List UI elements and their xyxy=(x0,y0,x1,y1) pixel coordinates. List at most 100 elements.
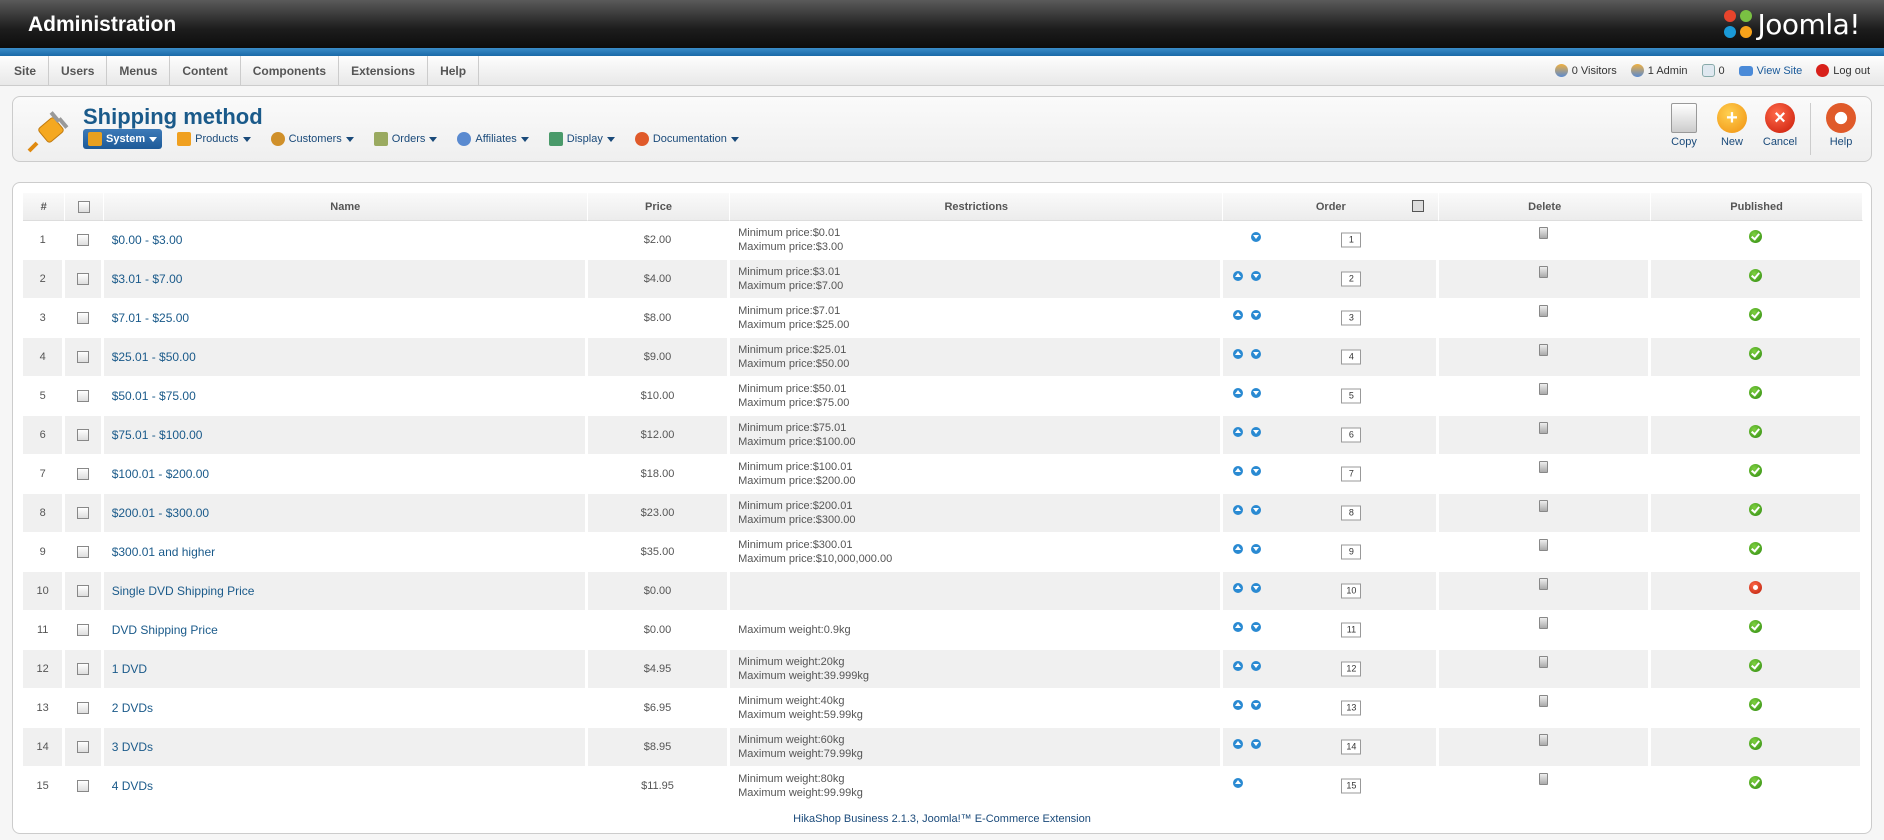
shipping-name-link[interactable]: 3 DVDs xyxy=(112,740,153,754)
row-checkbox[interactable] xyxy=(77,702,90,715)
order-input[interactable]: 5 xyxy=(1341,388,1362,404)
row-checkbox[interactable] xyxy=(77,429,90,442)
move-down-icon[interactable] xyxy=(1251,271,1262,281)
header-published[interactable]: Published xyxy=(1651,193,1863,221)
published-check-icon[interactable] xyxy=(1749,425,1763,438)
shipping-name-link[interactable]: $7.01 - $25.00 xyxy=(112,311,189,325)
move-up-icon[interactable] xyxy=(1233,778,1244,788)
row-checkbox[interactable] xyxy=(77,351,90,364)
move-down-icon[interactable] xyxy=(1251,349,1262,359)
order-input[interactable]: 2 xyxy=(1341,271,1362,287)
shipping-name-link[interactable]: $200.01 - $300.00 xyxy=(112,506,209,520)
joomla-logo[interactable]: Joomla! xyxy=(1723,8,1861,41)
row-checkbox[interactable] xyxy=(77,780,90,793)
trash-icon[interactable] xyxy=(1539,733,1549,746)
trash-icon[interactable] xyxy=(1539,694,1549,707)
row-checkbox[interactable] xyxy=(77,663,90,676)
move-down-icon[interactable] xyxy=(1251,700,1262,710)
order-input[interactable]: 6 xyxy=(1341,427,1362,443)
submenu-system[interactable]: System xyxy=(83,129,163,149)
move-down-icon[interactable] xyxy=(1251,232,1262,242)
shipping-name-link[interactable]: 4 DVDs xyxy=(112,779,153,793)
menu-menus[interactable]: Menus xyxy=(107,56,171,85)
trash-icon[interactable] xyxy=(1539,772,1549,785)
row-checkbox[interactable] xyxy=(77,507,90,520)
copy-button[interactable]: Copy xyxy=(1660,103,1708,155)
messages-status[interactable]: 0 xyxy=(1701,64,1725,77)
row-checkbox[interactable] xyxy=(77,273,90,286)
shipping-name-link[interactable]: $25.01 - $50.00 xyxy=(112,350,196,364)
order-input[interactable]: 9 xyxy=(1341,544,1362,560)
order-input[interactable]: 7 xyxy=(1341,466,1362,482)
published-check-icon[interactable] xyxy=(1749,659,1763,672)
published-check-icon[interactable] xyxy=(1749,776,1763,789)
submenu-documentation[interactable]: Documentation xyxy=(630,129,744,149)
submenu-products[interactable]: Products xyxy=(172,129,255,149)
move-down-icon[interactable] xyxy=(1251,505,1262,515)
published-check-icon[interactable] xyxy=(1749,230,1763,243)
shipping-name-link[interactable]: 1 DVD xyxy=(112,662,147,676)
order-input[interactable]: 1 xyxy=(1341,232,1362,248)
trash-icon[interactable] xyxy=(1539,460,1549,473)
order-input[interactable]: 14 xyxy=(1341,739,1362,755)
shipping-name-link[interactable]: $100.01 - $200.00 xyxy=(112,467,209,481)
move-down-icon[interactable] xyxy=(1251,388,1262,398)
move-down-icon[interactable] xyxy=(1251,466,1262,476)
check-all-checkbox[interactable] xyxy=(78,200,91,213)
shipping-name-link[interactable]: $3.01 - $7.00 xyxy=(112,272,183,286)
move-down-icon[interactable] xyxy=(1251,622,1262,632)
menu-components[interactable]: Components xyxy=(241,56,340,85)
footer-credit[interactable]: HikaShop Business 2.1.3, Joomla!™ E-Comm… xyxy=(13,813,1871,825)
menu-help[interactable]: Help xyxy=(428,56,480,85)
move-up-icon[interactable] xyxy=(1233,271,1244,281)
trash-icon[interactable] xyxy=(1539,538,1549,551)
published-check-icon[interactable] xyxy=(1749,737,1763,750)
row-checkbox[interactable] xyxy=(77,741,90,754)
trash-icon[interactable] xyxy=(1539,382,1549,395)
help-button[interactable]: Help xyxy=(1817,103,1865,155)
move-up-icon[interactable] xyxy=(1233,544,1244,554)
published-check-icon[interactable] xyxy=(1749,698,1763,711)
published-check-icon[interactable] xyxy=(1749,347,1763,360)
trash-icon[interactable] xyxy=(1539,655,1549,668)
view-site-link[interactable]: View Site xyxy=(1738,65,1802,77)
move-down-icon[interactable] xyxy=(1251,583,1262,593)
trash-icon[interactable] xyxy=(1539,577,1549,590)
trash-icon[interactable] xyxy=(1539,265,1549,278)
published-check-icon[interactable] xyxy=(1749,620,1763,633)
move-up-icon[interactable] xyxy=(1233,661,1244,671)
shipping-name-link[interactable]: 2 DVDs xyxy=(112,701,153,715)
shipping-name-link[interactable]: $300.01 and higher xyxy=(112,545,215,559)
shipping-name-link[interactable]: $50.01 - $75.00 xyxy=(112,389,196,403)
move-up-icon[interactable] xyxy=(1233,583,1244,593)
header-order[interactable]: Order xyxy=(1223,193,1440,221)
row-checkbox[interactable] xyxy=(77,624,90,637)
new-button[interactable]: + New xyxy=(1708,103,1756,155)
move-up-icon[interactable] xyxy=(1233,505,1244,515)
trash-icon[interactable] xyxy=(1539,304,1549,317)
move-down-icon[interactable] xyxy=(1251,544,1262,554)
move-down-icon[interactable] xyxy=(1251,427,1262,437)
move-down-icon[interactable] xyxy=(1251,310,1262,320)
published-check-icon[interactable] xyxy=(1749,464,1763,477)
header-price[interactable]: Price xyxy=(587,193,731,221)
trash-icon[interactable] xyxy=(1539,226,1549,239)
shipping-name-link[interactable]: Single DVD Shipping Price xyxy=(112,584,255,598)
move-up-icon[interactable] xyxy=(1233,466,1244,476)
trash-icon[interactable] xyxy=(1539,616,1549,629)
logout-link[interactable]: Log out xyxy=(1816,64,1870,77)
move-up-icon[interactable] xyxy=(1233,739,1244,749)
submenu-affiliates[interactable]: Affiliates xyxy=(452,129,533,149)
row-checkbox[interactable] xyxy=(77,468,90,481)
shipping-name-link[interactable]: DVD Shipping Price xyxy=(112,623,218,637)
trash-icon[interactable] xyxy=(1539,343,1549,356)
menu-extensions[interactable]: Extensions xyxy=(339,56,429,85)
move-up-icon[interactable] xyxy=(1233,427,1244,437)
shipping-name-link[interactable]: $75.01 - $100.00 xyxy=(112,428,203,442)
move-down-icon[interactable] xyxy=(1251,739,1262,749)
row-checkbox[interactable] xyxy=(77,234,90,247)
order-input[interactable]: 12 xyxy=(1341,661,1362,677)
submenu-customers[interactable]: Customers xyxy=(266,129,359,149)
move-up-icon[interactable] xyxy=(1233,700,1244,710)
order-input[interactable]: 11 xyxy=(1341,622,1362,638)
